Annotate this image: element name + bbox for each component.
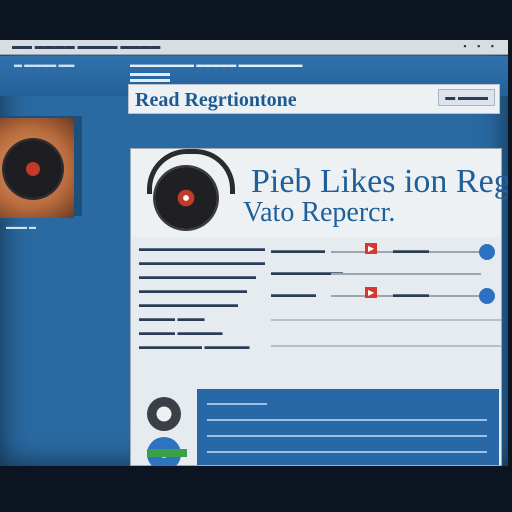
list-item[interactable]: ▬▬▬▬▬▬▬▬▬▬▬▬ [139, 283, 269, 297]
settings-dial-icon[interactable] [147, 397, 181, 431]
browser-window: ▬▬ ▬▬▬▬ ▬▬▬▬ ▬▬▬▬ ▪ ▪ ▪ ▬ ▬▬▬▬ ▬▬ ▬▬▬▬▬▬… [0, 40, 508, 466]
slider-label: ▬▬▬▬▬▬▬▬ [271, 267, 343, 277]
banner-button[interactable]: ▬ ▬▬▬ [438, 89, 495, 106]
slider-knob[interactable] [479, 244, 495, 260]
menu-lines [130, 70, 170, 85]
slider-row: ▬▬▬▬▬ ▶ ▬▬▬▬ [271, 285, 501, 307]
left-caption: ▬▬▬ ▬ [6, 224, 36, 231]
hero-section: Pieb Likes ion Reg Vato Repercr. [131, 149, 508, 237]
list-item[interactable]: ▬▬▬▬ ▬▬▬▬▬ [139, 325, 269, 339]
album-art-icon[interactable] [0, 118, 74, 218]
slider-row: ▬▬▬▬▬▬ ▶ ▬▬▬▬ [271, 241, 501, 263]
hero-subtitle: Vato Repercr. [243, 197, 396, 228]
slider-label: ▬▬▬▬▬▬ [271, 245, 325, 255]
address-bar[interactable]: ▬▬▬▬▬▬▬▬ ▬▬▬▬▬ ▬▬▬▬▬▬▬▬ [130, 60, 302, 69]
slider-label: ▬▬▬▬▬ [271, 289, 316, 299]
slider-row: ▬▬▬▬▬▬▬▬ [271, 263, 501, 285]
slider-value: ▬▬▬▬ [393, 245, 429, 255]
nav-links[interactable]: ▬ ▬▬▬▬ ▬▬ [14, 60, 74, 69]
slider-knob[interactable] [479, 288, 495, 304]
window-controls[interactable]: ▪ ▪ ▪ [463, 41, 498, 51]
divider [271, 345, 501, 347]
title-bar: ▬▬ ▬▬▬▬ ▬▬▬▬ ▬▬▬▬ ▪ ▪ ▪ [0, 40, 508, 55]
slider-list: ▬▬▬▬▬▬ ▶ ▬▬▬▬ ▬▬▬▬▬▬▬▬ ▬▬▬▬▬ ▶ ▬▬▬▬ [271, 241, 501, 307]
text-list: ▬▬▬▬▬▬▬▬▬▬▬▬▬▬ ▬▬▬▬▬▬▬▬▬▬▬▬▬▬ ▬▬▬▬▬▬▬▬▬▬… [139, 241, 269, 353]
play-tag[interactable]: ▶ [365, 287, 378, 298]
list-item[interactable]: ▬▬▬▬▬▬▬ ▬▬▬▬▬ [139, 339, 269, 353]
main-content: Pieb Likes ion Reg Vato Repercr. ▬▬▬▬▬▬▬… [130, 148, 508, 466]
slider-track[interactable] [331, 273, 481, 275]
hero-title: Pieb Likes ion Reg [251, 163, 508, 200]
divider [271, 319, 501, 321]
panel-line [207, 403, 267, 405]
list-item[interactable]: ▬▬▬▬▬▬▬▬▬▬▬▬▬ [139, 269, 269, 283]
window-title: ▬▬ ▬▬▬▬ ▬▬▬▬ ▬▬▬▬ [12, 41, 161, 52]
bottom-panel [197, 389, 499, 465]
play-tag[interactable]: ▶ [365, 243, 378, 254]
vinyl-record-icon [155, 167, 217, 229]
page-banner: Read Regrtiontone ▬ ▬▬▬ [128, 84, 500, 114]
status-bar [147, 449, 187, 457]
list-item[interactable]: ▬▬▬▬▬▬▬▬▬▬▬▬▬▬ [139, 255, 269, 269]
vinyl-record-icon [4, 140, 62, 198]
list-item[interactable]: ▬▬▬▬▬▬▬▬▬▬▬ [139, 297, 269, 311]
slider-value: ▬▬▬▬ [393, 289, 429, 299]
panel-line [207, 419, 487, 421]
banner-title: Read Regrtiontone [135, 89, 297, 111]
panel-line [207, 451, 487, 453]
list-item[interactable]: ▬▬▬▬ ▬▬▬ [139, 311, 269, 325]
panel-line [207, 435, 487, 437]
list-item[interactable]: ▬▬▬▬▬▬▬▬▬▬▬▬▬▬ [139, 241, 269, 255]
